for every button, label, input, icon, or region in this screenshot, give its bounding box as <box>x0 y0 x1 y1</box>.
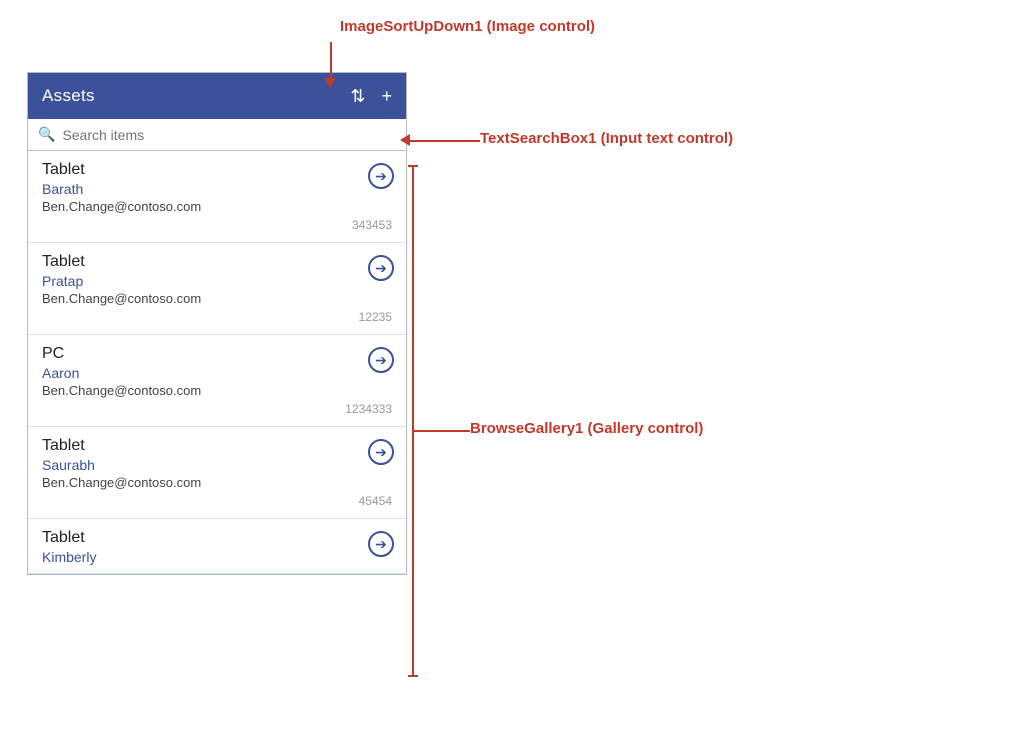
gallery-item: Tablet Pratap Ben.Change@contoso.com 122… <box>28 243 406 335</box>
search-arrow-h <box>408 140 480 142</box>
item-email: Ben.Change@contoso.com <box>42 475 392 490</box>
item-type: Tablet <box>42 253 392 271</box>
item-navigate-button[interactable]: ➔ <box>368 347 394 373</box>
item-navigate-button[interactable]: ➔ <box>368 439 394 465</box>
gallery-bracket-bottom <box>408 675 418 677</box>
item-navigate-button[interactable]: ➔ <box>368 163 394 189</box>
sort-icon[interactable]: ⇅ <box>350 86 365 107</box>
search-box: 🔍 <box>28 119 406 151</box>
search-annotation-label: TextSearchBox1 (Input text control) <box>480 130 733 147</box>
search-magnifier-icon: 🔍 <box>38 126 55 143</box>
item-type: Tablet <box>42 437 392 455</box>
gallery-arrow-h <box>412 430 470 432</box>
item-id: 343453 <box>42 218 392 236</box>
item-type: Tablet <box>42 529 392 547</box>
item-navigate-button[interactable]: ➔ <box>368 531 394 557</box>
panel-header: Assets ⇅ + <box>28 73 406 119</box>
gallery-item: Tablet Barath Ben.Change@contoso.com 343… <box>28 151 406 243</box>
item-owner: Aaron <box>42 365 392 381</box>
browse-gallery: Tablet Barath Ben.Change@contoso.com 343… <box>28 151 406 574</box>
item-id: 45454 <box>42 494 392 512</box>
panel-title: Assets <box>42 86 95 106</box>
header-icons: ⇅ + <box>350 86 392 107</box>
search-arrow-head <box>400 134 410 146</box>
gallery-bracket-top <box>408 165 418 167</box>
item-owner: Saurabh <box>42 457 392 473</box>
item-owner: Kimberly <box>42 549 392 565</box>
item-owner: Barath <box>42 181 392 197</box>
item-type: PC <box>42 345 392 363</box>
item-id: 1234333 <box>42 402 392 420</box>
add-icon[interactable]: + <box>381 86 392 107</box>
sort-arrow-head <box>324 78 336 88</box>
item-id: 12235 <box>42 310 392 328</box>
sort-arrow-v <box>330 42 332 80</box>
item-email: Ben.Change@contoso.com <box>42 383 392 398</box>
gallery-bracket-v <box>412 165 414 675</box>
gallery-item: PC Aaron Ben.Change@contoso.com 1234333 … <box>28 335 406 427</box>
item-type: Tablet <box>42 161 392 179</box>
item-navigate-button[interactable]: ➔ <box>368 255 394 281</box>
gallery-annotation-label: BrowseGallery1 (Gallery control) <box>470 420 703 437</box>
search-input[interactable] <box>62 127 396 143</box>
assets-panel: Assets ⇅ + 🔍 Tablet Barath Ben.Change@co… <box>27 72 407 575</box>
sort-annotation-label: ImageSortUpDown1 (Image control) <box>340 18 595 35</box>
item-owner: Pratap <box>42 273 392 289</box>
item-email: Ben.Change@contoso.com <box>42 291 392 306</box>
gallery-item: Tablet Kimberly ➔ <box>28 519 406 574</box>
gallery-item: Tablet Saurabh Ben.Change@contoso.com 45… <box>28 427 406 519</box>
item-email: Ben.Change@contoso.com <box>42 199 392 214</box>
